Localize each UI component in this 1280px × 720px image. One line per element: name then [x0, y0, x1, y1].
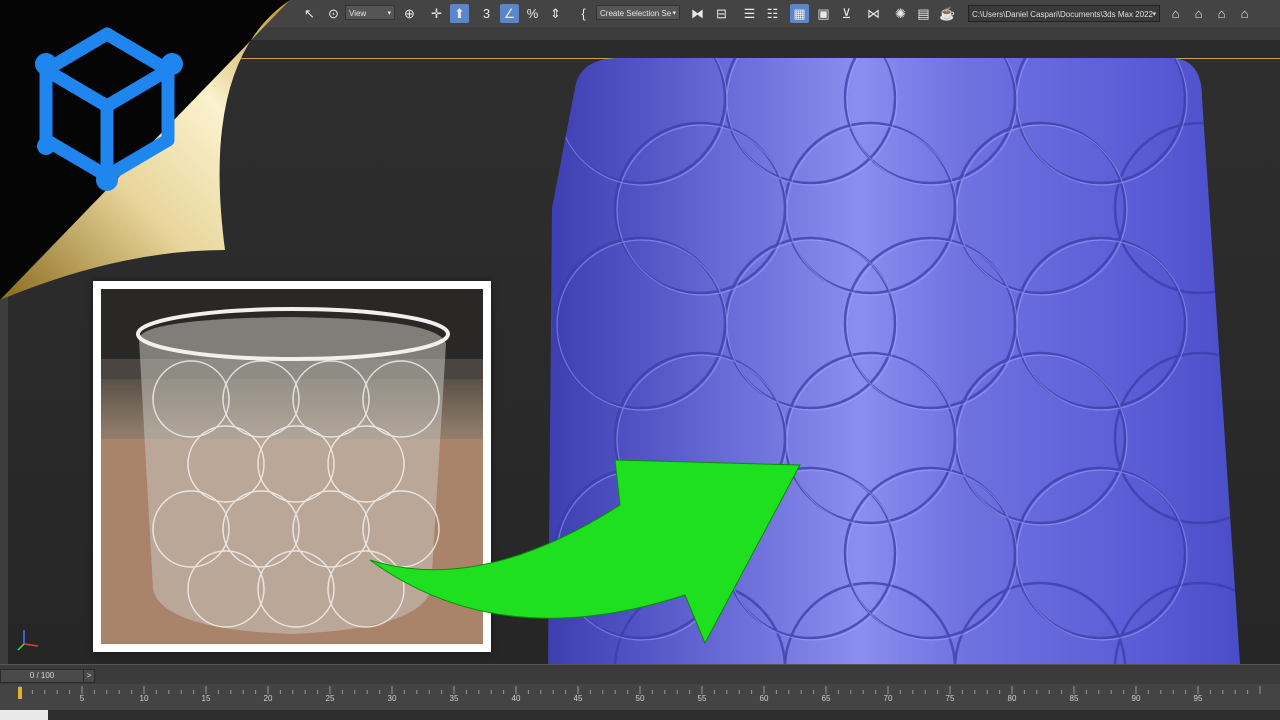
frame-tick-label: 25: [325, 694, 335, 703]
named-selection-icon[interactable]: {: [574, 4, 593, 23]
layer-explorer-icon[interactable]: ☰: [740, 4, 759, 23]
frame-tick-label: 90: [1131, 694, 1141, 703]
move-icon[interactable]: ✛: [427, 4, 446, 23]
frame-tick-label: 40: [511, 694, 521, 703]
mirror-icon[interactable]: ⧓: [688, 4, 707, 23]
project-save-icon[interactable]: ⌂: [1212, 4, 1231, 23]
pivot-icon[interactable]: ⊕: [400, 4, 419, 23]
percent-snap-icon[interactable]: %: [523, 4, 542, 23]
frame-tick-label: 55: [697, 694, 707, 703]
angle-snap-icon[interactable]: ∠: [500, 4, 519, 23]
render-icon[interactable]: ☕: [938, 4, 957, 23]
green-arrow-icon: [369, 459, 801, 645]
spinner-snap-icon[interactable]: ⇕: [546, 4, 565, 23]
chevron-down-icon: ▾: [387, 10, 391, 17]
frame-tick-label: 95: [1193, 694, 1203, 703]
project-path-dropdown[interactable]: C:\Users\Daniel Caspari\Documents\3ds Ma…: [968, 5, 1160, 22]
frame-tick-label: 20: [263, 694, 273, 703]
frame-tick-label: 60: [759, 694, 769, 703]
curve-editor-icon[interactable]: ▣: [814, 4, 833, 23]
next-frame-button[interactable]: >: [83, 669, 95, 683]
frame-tick-label: 10: [139, 694, 149, 703]
chevron-down-icon: ▾: [1152, 11, 1156, 18]
snap-3d-icon[interactable]: 3: [477, 4, 496, 23]
view-dropdown[interactable]: View ▾: [345, 5, 395, 20]
frame-tick-label: 70: [883, 694, 893, 703]
material-editor-icon[interactable]: ✺: [891, 4, 910, 23]
frame-tick-label: 65: [821, 694, 831, 703]
timeline-bar: [0, 664, 1280, 685]
project-folder-icon[interactable]: ⌂: [1166, 4, 1185, 23]
chevron-down-icon: ▾: [672, 10, 676, 17]
dope-sheet-icon[interactable]: ⊻: [837, 4, 856, 23]
page-curl-logo: [0, 0, 290, 300]
select-manipulate-icon[interactable]: ⬆: [450, 4, 469, 23]
frame-tick-label: 15: [201, 694, 211, 703]
project-new-icon[interactable]: ⌂: [1189, 4, 1208, 23]
frame-tick-label: 85: [1069, 694, 1079, 703]
render-setup-icon[interactable]: ▤: [914, 4, 933, 23]
scene-explorer-icon[interactable]: ▦: [790, 4, 809, 23]
project-settings-icon[interactable]: ⌂: [1235, 4, 1254, 23]
selection-set-dropdown[interactable]: Create Selection Se ▾: [596, 5, 680, 20]
maxscript-listener[interactable]: [0, 710, 48, 720]
view-dropdown-label: View: [349, 9, 367, 18]
frame-tick-label: 35: [449, 694, 459, 703]
status-bar: [0, 710, 1280, 720]
frame-tick-label: 30: [387, 694, 397, 703]
schematic-icon[interactable]: ⋈: [864, 4, 883, 23]
selection-set-label: Create Selection Se: [600, 9, 672, 18]
project-path-label: C:\Users\Daniel Caspari\Documents\3ds Ma…: [972, 10, 1153, 19]
frame-tick-label: 5: [79, 694, 85, 703]
frame-tick-label: 80: [1007, 694, 1017, 703]
time-slider[interactable]: 0 / 100: [0, 669, 84, 683]
ribbon-icon[interactable]: ☷: [763, 4, 782, 23]
frame-tick-label: 45: [573, 694, 583, 703]
frame-tick-label: 50: [635, 694, 645, 703]
axis-gizmo-icon: [17, 630, 39, 651]
align-icon[interactable]: ⊟: [712, 4, 731, 23]
frame-tick-label: 75: [945, 694, 955, 703]
